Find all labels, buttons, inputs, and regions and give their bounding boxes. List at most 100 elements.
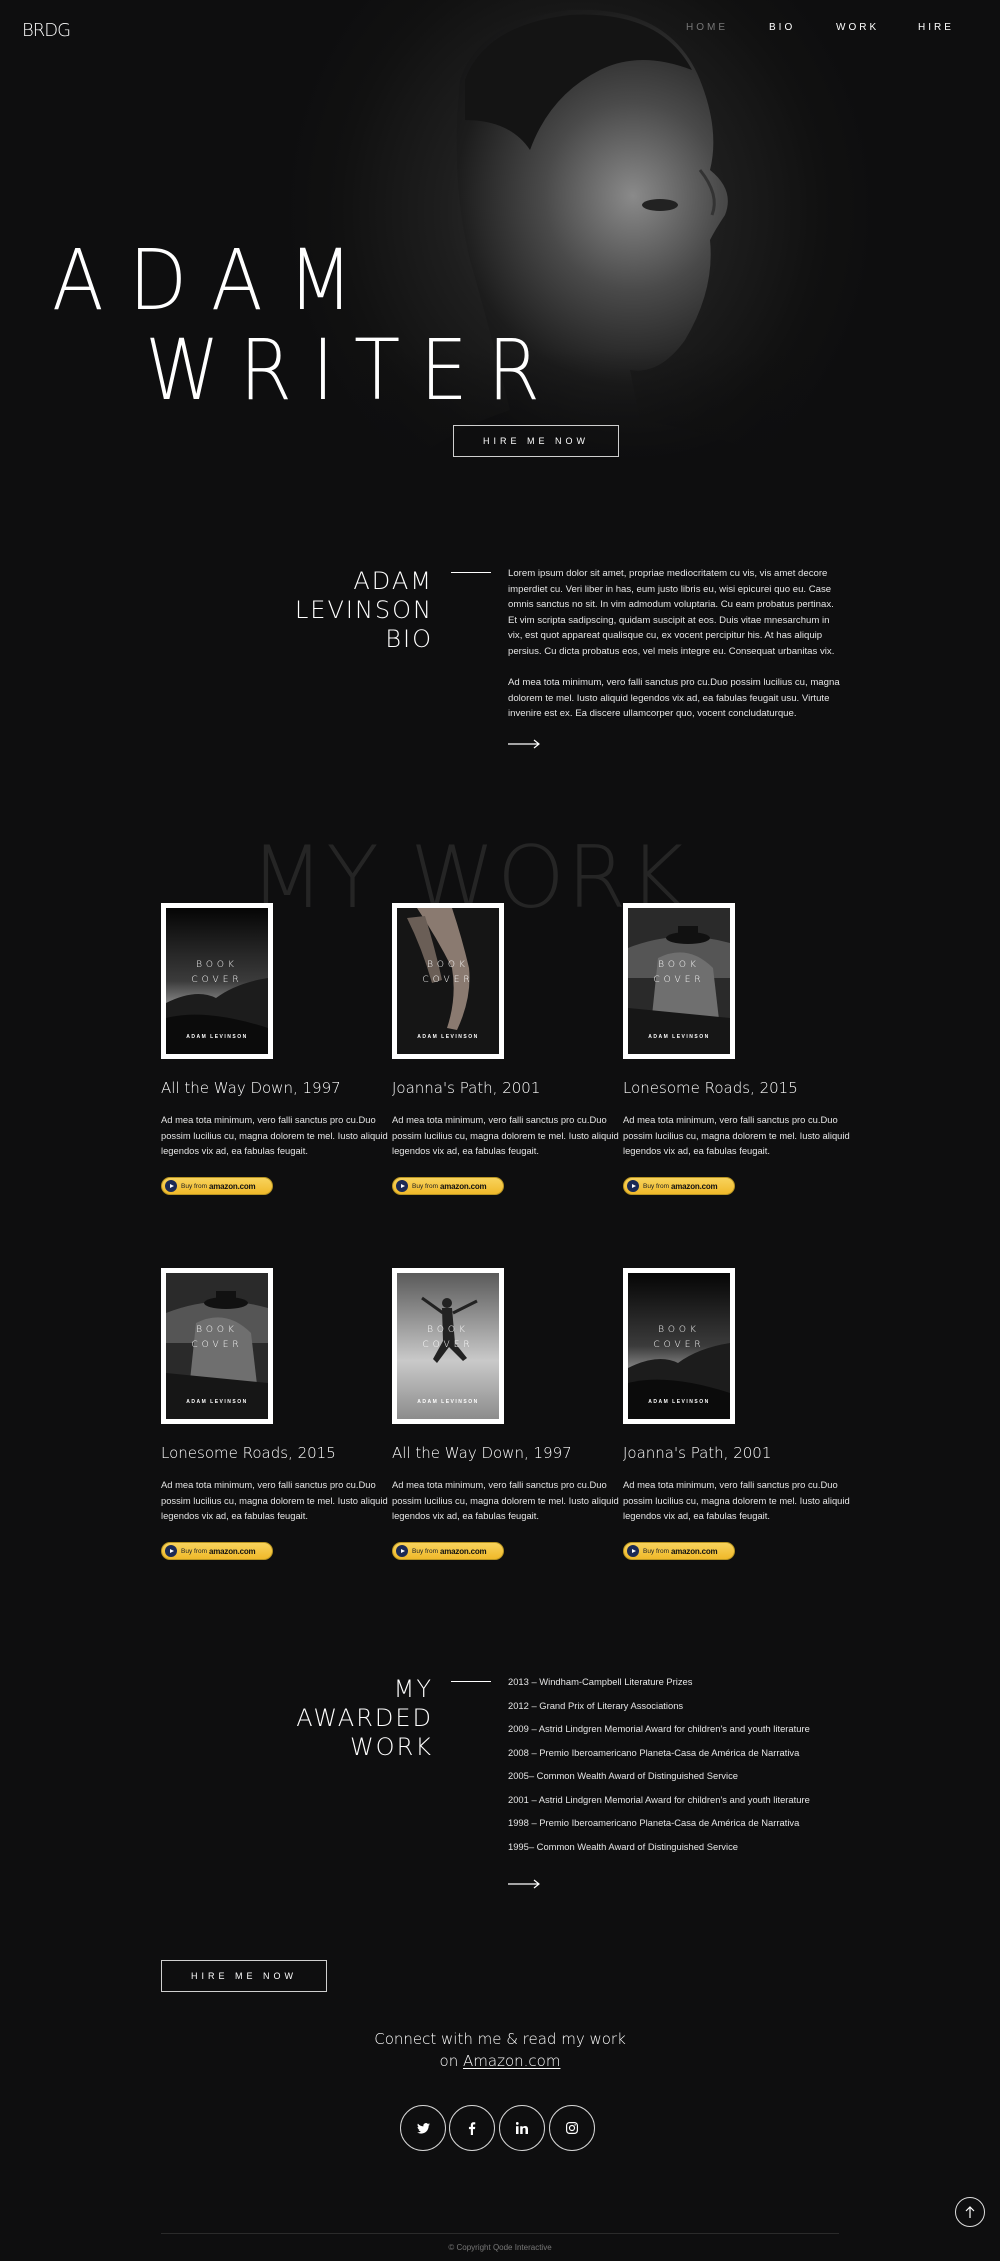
book-cover-image[interactable]: BOOK COVER ADAM LEVINSON [161,903,273,1059]
work-description: Ad mea tota minimum, vero falli sanctus … [392,1114,619,1157]
book-cover-label: BOOK COVER [628,1323,730,1353]
bio-paragraph-1: Lorem ipsum dolor sit amet, propriae med… [508,568,835,657]
site-logo[interactable]: BRDG [22,20,71,41]
linkedin-button[interactable] [499,2105,545,2151]
connect-line-2: on Amazon.com [0,2052,1000,2070]
book-cover-author: ADAM LEVINSON [648,1034,710,1040]
amazon-buy-text: Buy from [643,1182,670,1190]
book-cover-label-line: BOOK [427,1325,469,1335]
bio-paragraph-2: Ad mea tota minimum, vero falli sanctus … [508,677,840,720]
work-title: Joanna's Path, 2001 [392,1079,541,1097]
hero-title-first-name: ADAM [52,231,379,329]
book-cover-label-line: COVER [653,1340,705,1350]
book-cover-author: ADAM LEVINSON [417,1399,479,1405]
instagram-icon [566,2122,578,2134]
awards-title-line: AWARDED [296,1704,433,1732]
award-item: 2013 – Windham-Campbell Literature Prize… [508,1676,693,1687]
buy-from-amazon-button[interactable]: Buy from amazon.com [623,1177,735,1195]
book-cover-label: BOOK COVER [397,958,499,988]
work-title: Joanna's Path, 2001 [623,1444,772,1462]
amazon-buy-text: Buy from [643,1547,670,1555]
hero-title-last-name: WRITER [145,321,560,419]
book-cover-image[interactable]: BOOK COVER ADAM LEVINSON [392,903,504,1059]
book-cover-image[interactable]: BOOK COVER ADAM LEVINSON [392,1268,504,1424]
copyright-text: © Copyright Qode Interactive [448,2243,552,2252]
amazon-logo-text: amazon.com [440,1546,487,1556]
award-item: 1998 – Premio Iberoamericano Planeta-Cas… [508,1817,800,1828]
amazon-logo-text: amazon.com [440,1181,487,1191]
awards-title-line: WORK [349,1733,433,1761]
nav-item-work[interactable]: WORK [836,22,879,33]
bio-title-line: BIO [385,625,433,653]
book-cover-label-line: COVER [422,1340,474,1350]
hire-me-footer-button[interactable]: HIRE ME NOW [161,1960,327,1992]
work-title: Lonesome Roads, 2015 [161,1444,336,1462]
book-cover-label-line: BOOK [427,960,469,970]
linkedin-icon [516,2122,528,2134]
book-cover-label-line: BOOK [196,960,238,970]
bio-read-more-arrow-icon[interactable] [508,739,540,749]
awards-read-more-arrow-icon[interactable] [508,1879,540,1889]
amazon-logo-text: amazon.com [209,1181,256,1191]
twitter-button[interactable] [400,2105,446,2151]
buy-from-amazon-button[interactable]: Buy from amazon.com [392,1542,504,1560]
play-icon [165,1180,177,1192]
connect-on-text: on [439,2052,459,2070]
book-cover-label-line: BOOK [658,1325,700,1335]
awards-title-line: MY [393,1675,433,1703]
play-icon [165,1545,177,1557]
book-cover-label: BOOK COVER [628,958,730,988]
book-cover-image[interactable]: BOOK COVER ADAM LEVINSON [623,903,735,1059]
instagram-button[interactable] [549,2105,595,2151]
footer-divider [161,2233,839,2234]
book-cover-image[interactable]: BOOK COVER ADAM LEVINSON [623,1268,735,1424]
buy-from-amazon-button[interactable]: Buy from amazon.com [623,1542,735,1560]
award-item: 2012 – Grand Prix of Literary Associatio… [508,1699,684,1711]
bio-divider [451,572,491,573]
award-item: 2005– Common Wealth Award of Distinguish… [508,1770,738,1781]
back-to-top-button[interactable] [955,2197,985,2227]
amazon-buy-text: Buy from [181,1547,208,1555]
nav-item-hire[interactable]: HIRE [918,22,954,33]
book-cover-label-line: COVER [191,1340,243,1350]
buy-from-amazon-button[interactable]: Buy from amazon.com [161,1542,273,1560]
connect-line-1: Connect with me & read my work [374,2030,626,2048]
buy-from-amazon-button[interactable]: Buy from amazon.com [392,1177,504,1195]
nav-item-bio[interactable]: BIO [769,22,795,33]
book-cover-author: ADAM LEVINSON [186,1034,248,1040]
work-title: Lonesome Roads, 2015 [623,1079,798,1097]
book-cover-label: BOOK COVER [166,1323,268,1353]
awards-section-title: MY AWARDED WORK [230,1675,433,1762]
work-description: Ad mea tota minimum, vero falli sanctus … [161,1479,388,1522]
play-icon [396,1545,408,1557]
amazon-buy-text: Buy from [181,1182,208,1190]
facebook-icon [468,2121,476,2135]
work-title: All the Way Down, 1997 [392,1444,572,1462]
facebook-button[interactable] [449,2105,495,2151]
work-description: Ad mea tota minimum, vero falli sanctus … [623,1114,850,1157]
book-cover-label-line: COVER [422,975,474,985]
work-description: Ad mea tota minimum, vero falli sanctus … [623,1479,850,1522]
book-cover-label-line: BOOK [196,1325,238,1335]
hire-me-hero-button[interactable]: HIRE ME NOW [453,425,619,457]
award-item: 1995– Common Wealth Award of Distinguish… [508,1840,738,1852]
award-item: 2008 – Premio Iberoamericano Planeta-Cas… [508,1746,800,1758]
book-cover-image[interactable]: BOOK COVER ADAM LEVINSON [161,1268,273,1424]
amazon-buy-text: Buy from [412,1547,439,1555]
work-description: Ad mea tota minimum, vero falli sanctus … [392,1479,619,1522]
book-cover-author: ADAM LEVINSON [648,1399,710,1405]
amazon-link[interactable]: Amazon.com [463,2052,560,2070]
buy-from-amazon-button[interactable]: Buy from amazon.com [161,1177,273,1195]
play-icon [396,1180,408,1192]
book-cover-author: ADAM LEVINSON [417,1034,479,1040]
award-item: 2009 – Astrid Lindgren Memorial Award fo… [508,1723,810,1734]
book-cover-label-line: COVER [653,975,705,985]
work-description: Ad mea tota minimum, vero falli sanctus … [161,1114,388,1157]
nav-item-home[interactable]: HOME [686,22,728,33]
twitter-icon [416,2122,430,2134]
amazon-logo-text: amazon.com [209,1546,256,1556]
book-cover-label: BOOK COVER [397,1323,499,1353]
amazon-logo-text: amazon.com [671,1546,718,1556]
bio-section-title: ADAM LEVINSON BIO [230,567,433,654]
book-cover-author: ADAM LEVINSON [186,1399,248,1405]
